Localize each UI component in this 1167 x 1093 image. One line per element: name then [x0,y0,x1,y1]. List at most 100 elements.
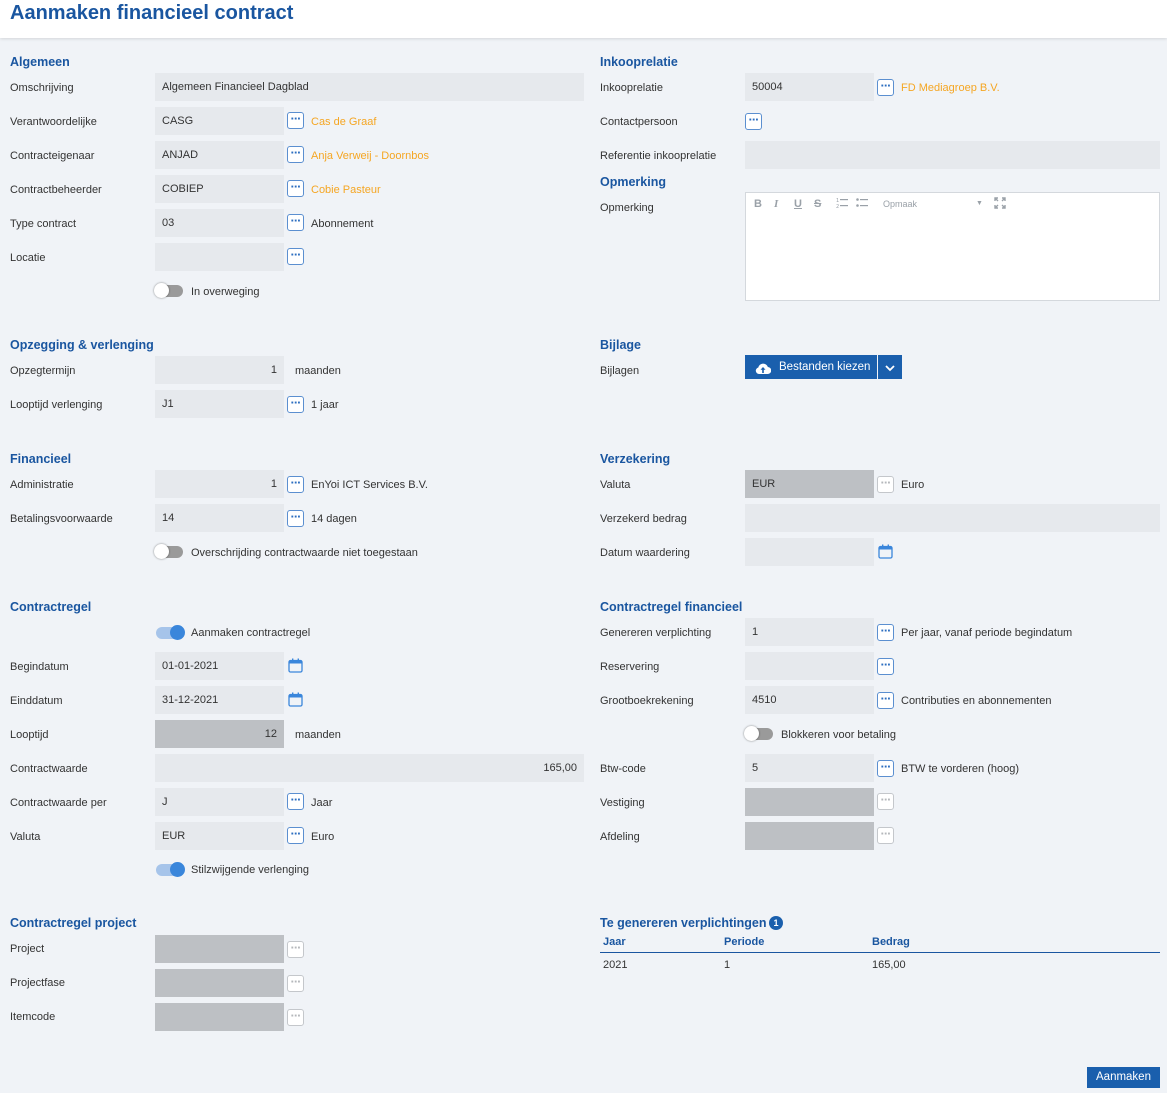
contactpersoon-lookup-button[interactable]: ··· [745,113,762,130]
page-title: Aanmaken financieel contract [10,2,294,24]
project-input [155,935,284,963]
column-header-periode[interactable]: Periode [724,936,764,948]
begindatum-input[interactable]: 01-01-2021 [155,652,284,680]
contractbeheerder-name-link[interactable]: Cobie Pasteur [311,183,381,197]
opmerking-label: Opmerking [600,202,654,214]
looptijd-verlenging-input[interactable]: J1 [155,390,284,418]
opmerking-editor[interactable]: B I U S 12 Opmaak ▼ [745,192,1160,301]
table-header-divider [600,952,1160,953]
table-cell-bedrag: 165,00 [872,959,906,971]
contractwaarde-input[interactable]: 165,00 [155,754,584,782]
contractwaarde-per-lookup-button[interactable]: ··· [287,793,304,810]
calendar-icon[interactable] [878,544,893,559]
table-cell-periode: 1 [724,959,731,971]
type-contract-label: Type contract [10,218,77,230]
verantwoordelijke-lookup-button[interactable]: ··· [287,112,304,129]
locatie-lookup-button[interactable]: ··· [287,248,304,265]
grootboekrekening-input[interactable]: 4510 [745,686,874,714]
genereren-verplichting-lookup-button[interactable]: ··· [877,624,894,641]
italic-button[interactable]: I [774,198,778,210]
contracteigenaar-input[interactable]: ANJAD [155,141,284,169]
einddatum-input[interactable]: 31-12-2021 [155,686,284,714]
choose-files-button[interactable]: Bestanden kiezen [745,355,877,379]
btw-code-lookup-button[interactable]: ··· [877,760,894,777]
format-chevron-icon[interactable]: ▼ [976,200,983,207]
valuta-input[interactable]: EUR [155,822,284,850]
svg-text:2: 2 [836,204,839,209]
strikethrough-button[interactable]: S [814,198,821,210]
bold-button[interactable]: B [754,198,762,210]
betalingsvoorwaarde-lookup-button[interactable]: ··· [287,510,304,527]
contractbeheerder-lookup-button[interactable]: ··· [287,180,304,197]
bullet-list-icon[interactable] [856,197,868,212]
afdeling-input [745,822,874,850]
ordered-list-icon[interactable]: 12 [836,197,848,212]
reservering-lookup-button[interactable]: ··· [877,658,894,675]
grootboekrekening-lookup-button[interactable]: ··· [877,692,894,709]
aanmaken-button[interactable]: Aanmaken [1087,1067,1160,1088]
betalingsvoorwaarde-input[interactable]: 14 [155,504,284,532]
verantwoordelijke-name-link[interactable]: Cas de Graaf [311,115,376,129]
betalingsvoorwaarde-name: 14 dagen [311,513,357,525]
calendar-icon[interactable] [288,658,303,673]
type-contract-name: Abonnement [311,218,374,230]
valuta-name: Euro [311,831,335,843]
genereren-verplichting-input[interactable]: 1 [745,618,874,646]
calendar-icon[interactable] [288,692,303,707]
opzegtermijn-unit: maanden [295,365,341,377]
administratie-input[interactable]: 1 [155,470,284,498]
looptijd-verlenging-lookup-button[interactable]: ··· [287,396,304,413]
reservering-input[interactable] [745,652,874,680]
inkooprelatie-lookup-button[interactable]: ··· [877,79,894,96]
blokkeren-toggle[interactable] [744,726,773,741]
column-header-bedrag[interactable]: Bedrag [872,936,910,948]
omschrijving-input[interactable]: Algemeen Financieel Dagblad [155,73,584,101]
overschrijding-toggle[interactable] [154,544,183,559]
type-contract-input[interactable]: 03 [155,209,284,237]
looptijd-verlenging-label: Looptijd verlenging [10,399,103,411]
verzekering-valuta-input: EUR [745,470,874,498]
datum-waardering-input[interactable] [745,538,874,566]
locatie-input[interactable] [155,243,284,271]
section-verplichtingen: Te genereren verplichtingen [600,916,767,930]
referentie-input[interactable] [745,141,1160,169]
reservering-label: Reservering [600,661,660,673]
opzegtermijn-input[interactable]: 1 [155,356,284,384]
valuta-lookup-button[interactable]: ··· [287,827,304,844]
looptijd-unit: maanden [295,729,341,741]
contractbeheerder-input[interactable]: COBIEP [155,175,284,203]
looptijd-label: Looptijd [10,729,49,741]
chevron-down-icon [885,363,895,375]
aanmaken-contractregel-toggle[interactable] [156,625,185,640]
fullscreen-icon[interactable] [994,197,1006,212]
inkooprelatie-label: Inkooprelatie [600,82,663,94]
format-select[interactable]: Opmaak [883,199,917,209]
blokkeren-label: Blokkeren voor betaling [781,729,896,741]
inkooprelatie-name-link[interactable]: FD Mediagroep B.V. [901,81,1000,95]
vestiging-input [745,788,874,816]
contracteigenaar-name-link[interactable]: Anja Verweij - Doornbos [311,149,429,163]
type-contract-lookup-button[interactable]: ··· [287,214,304,231]
verzekering-valuta-label: Valuta [600,479,631,491]
omschrijving-label: Omschrijving [10,82,74,94]
contracteigenaar-lookup-button[interactable]: ··· [287,146,304,163]
administratie-lookup-button[interactable]: ··· [287,476,304,493]
column-header-jaar[interactable]: Jaar [603,936,626,948]
underline-button[interactable]: U [794,198,802,210]
btw-code-input[interactable]: 5 [745,754,874,782]
verantwoordelijke-input[interactable]: CASG [155,107,284,135]
project-label: Project [10,943,45,955]
in-overweging-toggle[interactable] [154,283,183,298]
einddatum-label: Einddatum [10,695,63,707]
contractwaarde-per-input[interactable]: J [155,788,284,816]
grootboekrekening-label: Grootboekrekening [600,695,694,707]
in-overweging-label: In overweging [191,286,260,298]
btw-code-name: BTW te vorderen (hoog) [901,763,1019,775]
upload-options-dropdown[interactable] [878,355,902,379]
inkooprelatie-input[interactable]: 50004 [745,73,874,101]
page-header: Aanmaken financieel contract [0,0,1167,38]
verzekerd-bedrag-input[interactable] [745,504,1160,532]
valuta-label: Valuta [10,831,41,843]
opzegtermijn-label: Opzegtermijn [10,365,76,377]
stilzwijgende-verlenging-toggle[interactable] [156,862,185,877]
